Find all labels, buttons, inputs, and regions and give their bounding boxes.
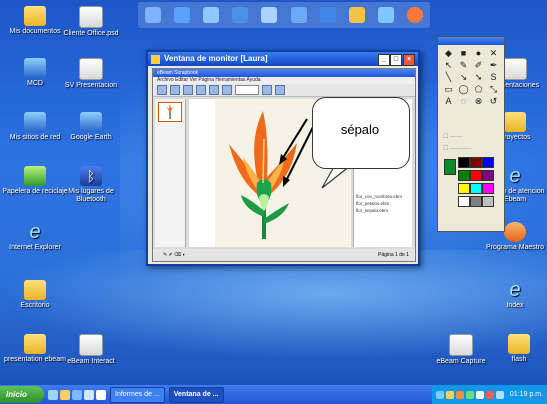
palette-tools: ◆ ■ ● ✕ ↖ ✎ ✐ ✒ ╲ ↘ ➘ S ▭ ◯ ⬠ ⤡ A ◌ ⊗ ↺ — [438, 45, 504, 110]
undo-tool-icon[interactable]: ↺ — [488, 97, 499, 106]
tray-icon[interactable] — [445, 390, 454, 399]
stop-tool-icon[interactable]: ⊗ — [473, 97, 484, 106]
ebeam-tool-palette[interactable]: ◆ ■ ● ✕ ↖ ✎ ✐ ✒ ╲ ↘ ➘ S ▭ ◯ ⬠ ⤡ A ◌ ⊗ ↺ … — [437, 36, 505, 232]
palette-option-2[interactable]: ☐ ───── — [443, 145, 471, 152]
quick-launch-icon[interactable] — [60, 389, 70, 400]
arrow-tool-icon[interactable]: ↘ — [458, 73, 469, 82]
taskbar-task-active[interactable]: Ventana de ... — [168, 386, 224, 403]
page-tool-icon[interactable]: ■ — [458, 49, 469, 58]
color-swatch-magenta[interactable] — [482, 183, 494, 194]
quick-launch-icon[interactable] — [48, 389, 58, 400]
line-tool-icon[interactable]: ╲ — [443, 73, 454, 82]
quick-launch-icon[interactable] — [96, 389, 106, 400]
tray-icon[interactable] — [475, 390, 484, 399]
color-swatch-green[interactable] — [458, 170, 470, 181]
selected-color-swatch — [444, 159, 456, 175]
pen-tool-icon[interactable]: ✎ — [458, 61, 469, 70]
text-tool-icon[interactable]: S — [488, 73, 499, 82]
taskbar-task[interactable]: Informes de ... — [110, 386, 165, 403]
rectangle-tool-icon[interactable]: ▭ — [443, 85, 454, 94]
marker-tool-icon[interactable]: ✐ — [473, 61, 484, 70]
clock[interactable]: 01:19 p.m. — [510, 391, 543, 398]
close-tool-icon[interactable]: ✕ — [488, 49, 499, 58]
tray-icon[interactable] — [435, 390, 444, 399]
color-swatch-red[interactable] — [470, 170, 482, 181]
ellipse-tool-icon[interactable]: ◯ — [458, 85, 469, 94]
highlighter-tool-icon[interactable]: ✒ — [488, 61, 499, 70]
resize-tool-icon[interactable]: ⤡ — [488, 85, 499, 94]
mouse-tool-icon[interactable]: ◆ — [443, 49, 454, 58]
color-swatch-yellow[interactable] — [458, 183, 470, 194]
pointer-arrow-icon[interactable]: ➘ — [473, 73, 484, 82]
polygon-tool-icon[interactable]: ⬠ — [473, 85, 484, 94]
color-swatch-blue[interactable] — [482, 157, 494, 168]
color-swatch-gray[interactable] — [470, 196, 482, 207]
quick-launch-icon[interactable] — [72, 389, 82, 400]
taskbar: Inicio Informes de ... Ventana de ... 01… — [0, 385, 547, 404]
palette-titlebar[interactable] — [438, 37, 504, 45]
pointer-tool-icon[interactable]: ↖ — [443, 61, 454, 70]
clear-tool-icon[interactable]: ◌ — [458, 97, 469, 106]
color-swatch-black[interactable] — [458, 157, 470, 168]
eraser-tool-icon[interactable]: A — [443, 97, 454, 106]
color-swatch-white[interactable] — [458, 196, 470, 207]
tray-icon[interactable] — [485, 390, 494, 399]
color-swatch-purple[interactable] — [482, 170, 494, 181]
capture-tool-icon[interactable]: ● — [473, 49, 484, 58]
tray-icon[interactable] — [455, 390, 464, 399]
callout-text: sépalo — [340, 122, 380, 137]
tray-icon[interactable] — [495, 390, 504, 399]
quick-launch-icon[interactable] — [84, 389, 94, 400]
color-swatch-cyan[interactable] — [470, 183, 482, 194]
palette-option-1[interactable]: ☐ ─── — [443, 133, 463, 140]
color-swatch-silver[interactable] — [482, 196, 494, 207]
color-swatch-maroon[interactable] — [470, 157, 482, 168]
quick-launch — [48, 389, 106, 400]
start-button[interactable]: Inicio — [0, 386, 44, 403]
color-swatches — [458, 157, 494, 207]
system-tray: 01:19 p.m. — [431, 385, 547, 404]
tray-icon[interactable] — [465, 390, 474, 399]
